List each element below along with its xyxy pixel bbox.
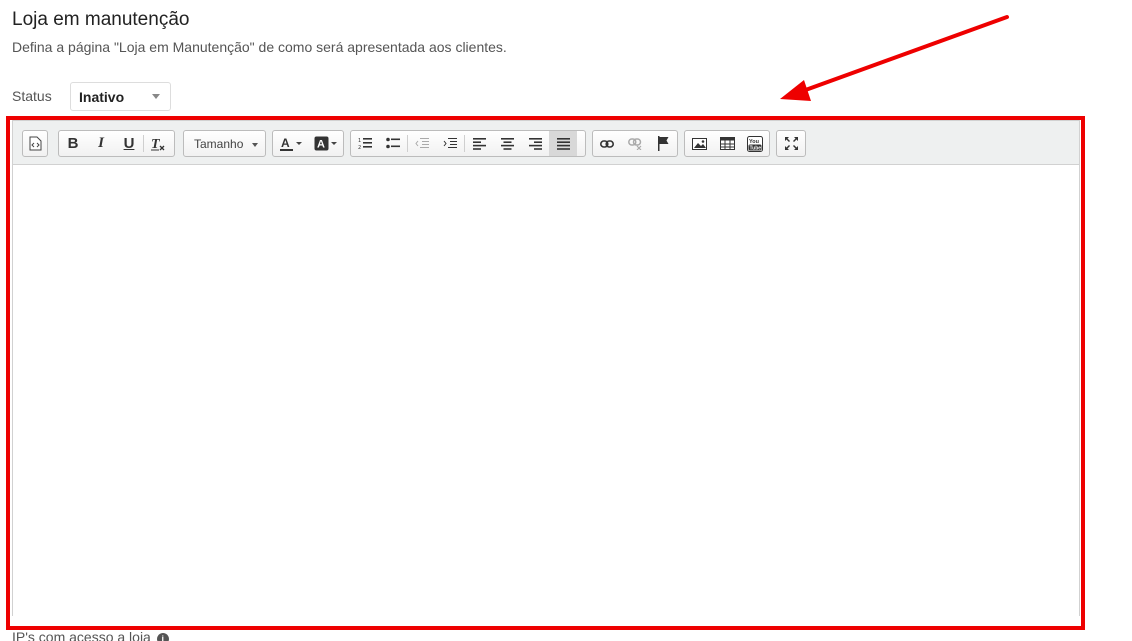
ips-label: IP's com acesso a loja i [12,630,169,641]
status-select[interactable]: Inativo [70,82,171,111]
status-label: Status [12,88,52,104]
annotation-highlight-box [6,116,1085,630]
page-title: Loja em manutenção [12,9,190,30]
chevron-down-icon [152,94,160,99]
ips-label-text: IP's com acesso a loja [12,629,151,641]
status-selected-value: Inativo [79,88,125,105]
page-subtitle: Defina a página "Loja em Manutenção" de … [12,39,507,55]
info-icon[interactable]: i [156,633,169,641]
